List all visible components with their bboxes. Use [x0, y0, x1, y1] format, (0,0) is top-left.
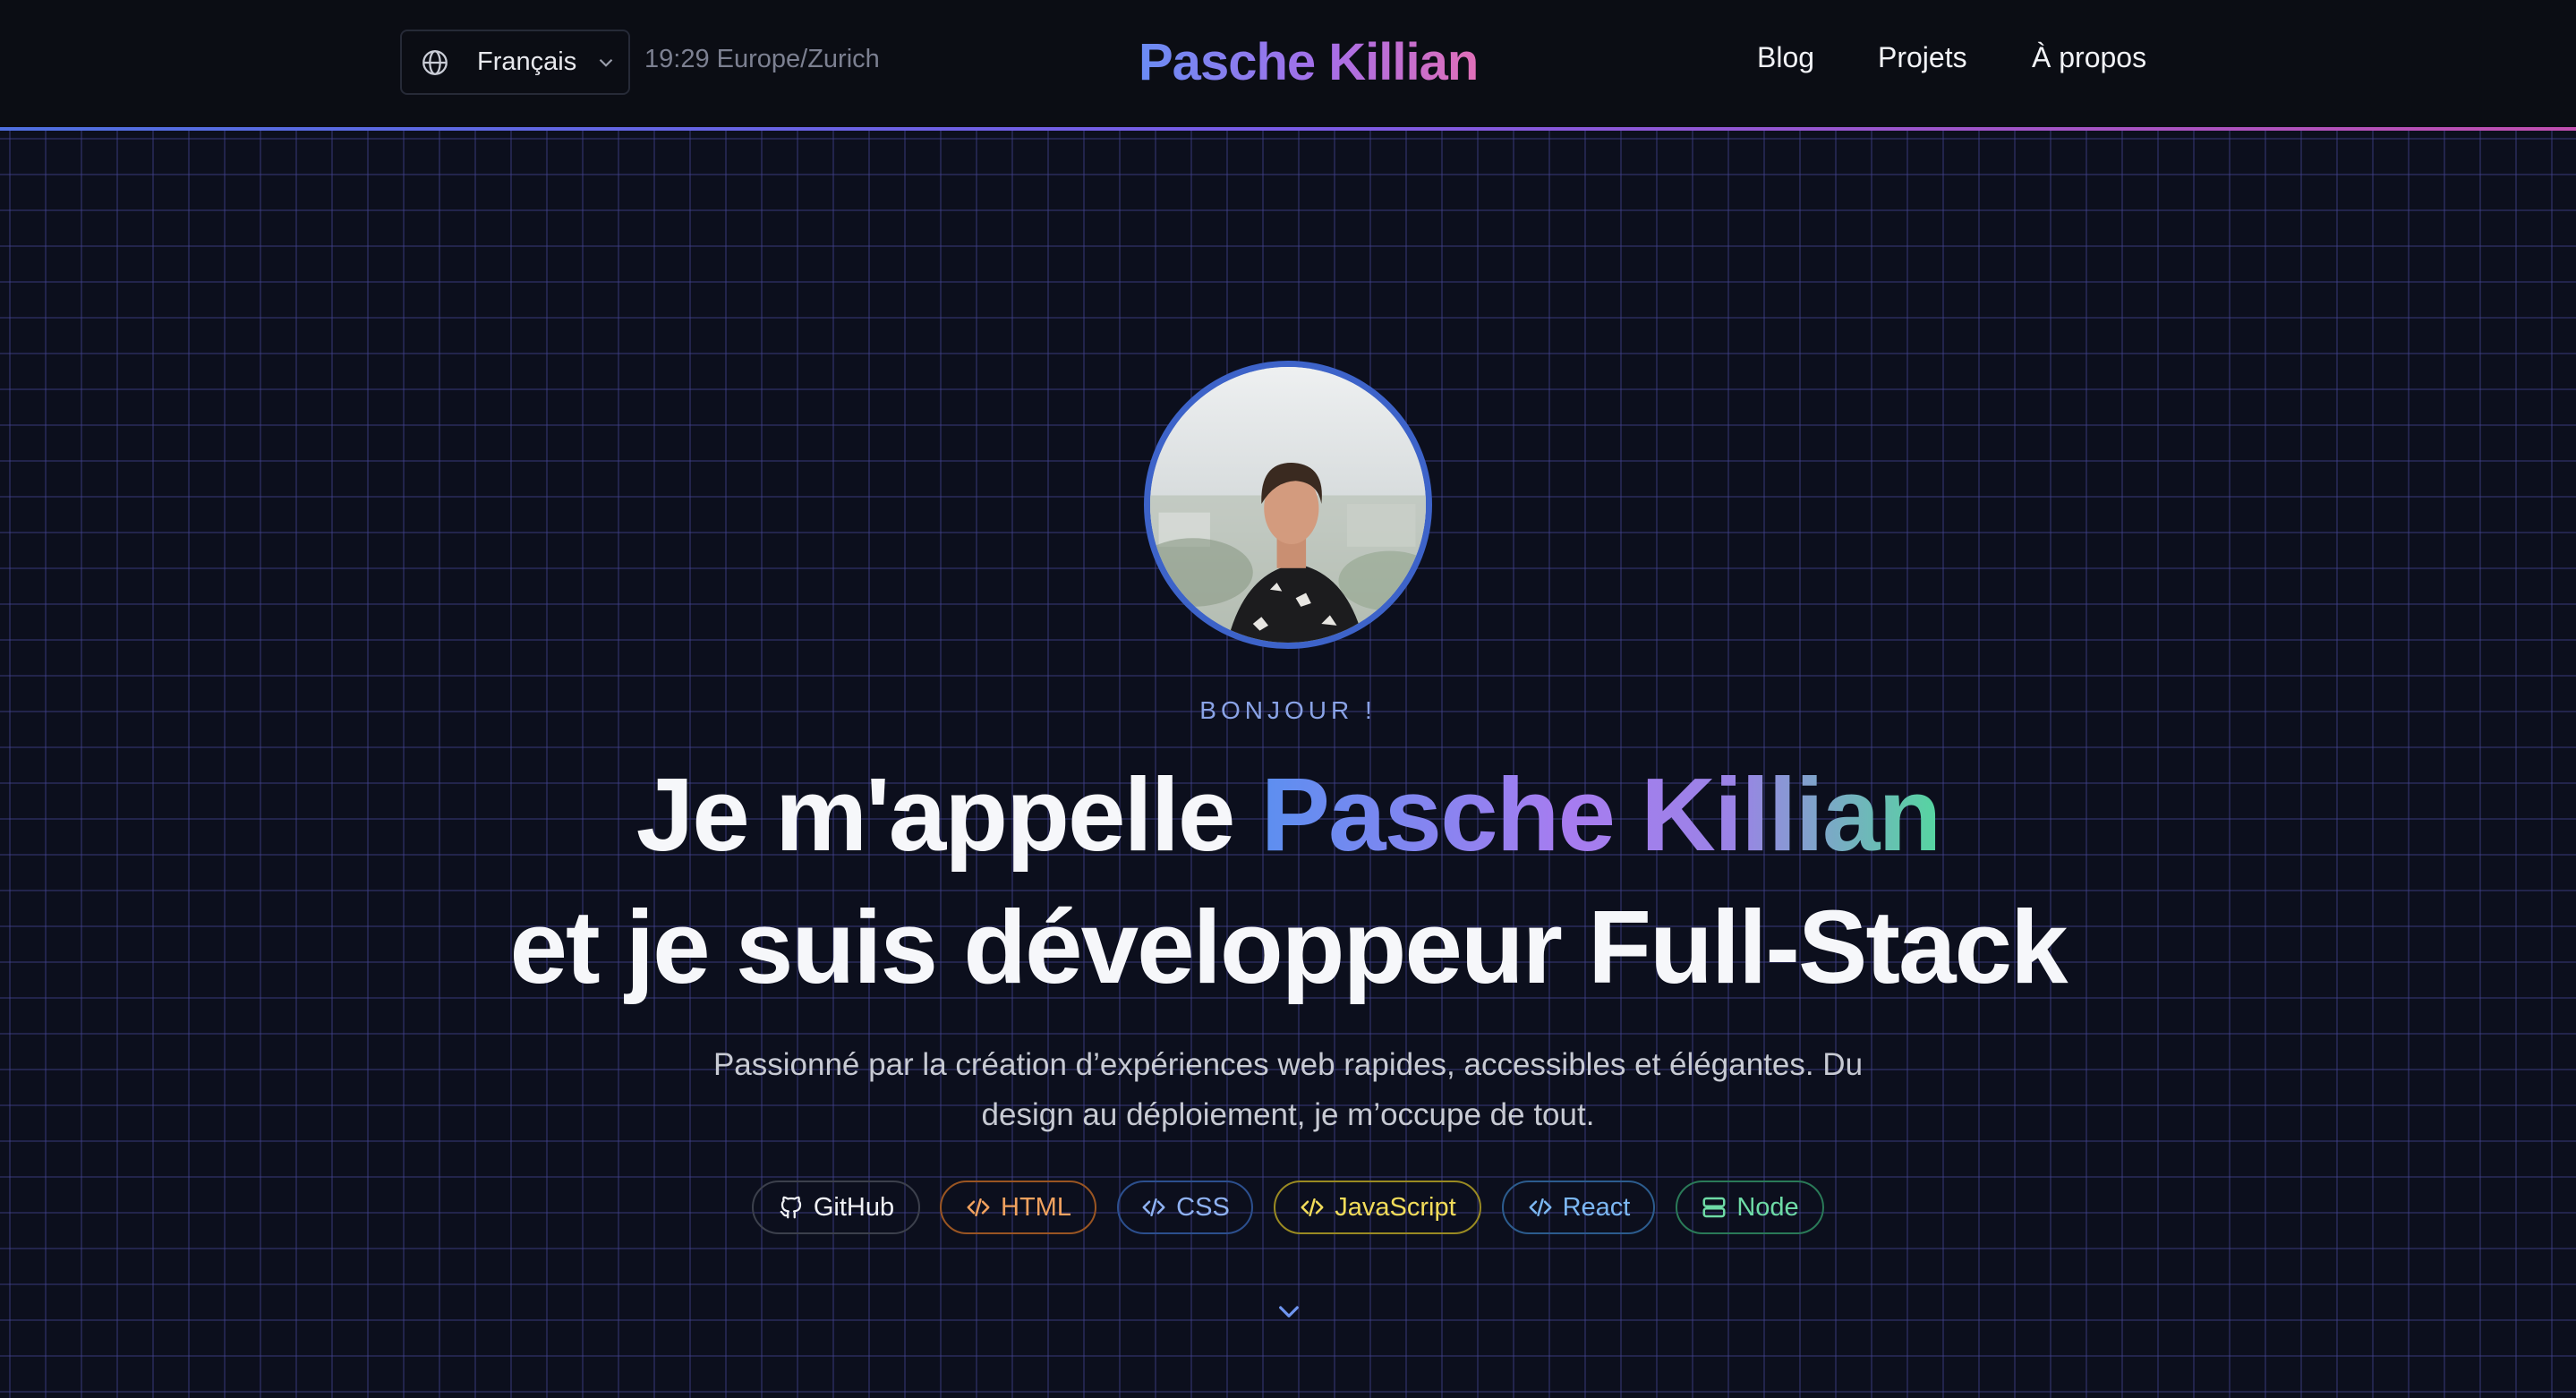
- code-icon: [1301, 1198, 1324, 1216]
- nav-link-projets[interactable]: Projets: [1878, 41, 1967, 74]
- greeting-eyebrow: BONJOUR !: [1199, 696, 1377, 724]
- avatar: [1144, 361, 1432, 649]
- nav-link-apropos[interactable]: À propos: [2032, 41, 2146, 74]
- tag-label: Node: [1736, 1192, 1799, 1222]
- nav-link-blog[interactable]: Blog: [1757, 41, 1814, 74]
- description-line-1: Passionné par la création d’expériences …: [712, 1047, 1864, 1082]
- tag-javascript[interactable]: JavaScript: [1274, 1181, 1481, 1234]
- code-icon: [1142, 1198, 1165, 1216]
- headline-line-1: Je m'appelle Pasche Killian: [0, 763, 2576, 866]
- tag-css[interactable]: CSS: [1117, 1181, 1253, 1234]
- tag-label: React: [1562, 1192, 1631, 1222]
- tag-label: HTML: [1001, 1192, 1071, 1222]
- page: Français 19:29 Europe/Zurich Pasche Kill…: [0, 0, 2576, 1398]
- tag-label: JavaScript: [1335, 1192, 1456, 1222]
- headline-line-2: et je suis développeur Full-Stack: [509, 889, 2068, 1005]
- github-icon: [780, 1196, 801, 1219]
- language-select[interactable]: Français: [400, 30, 630, 95]
- chevron-down-icon: [599, 58, 613, 67]
- profile-photo: [1150, 367, 1426, 643]
- code-icon: [967, 1198, 990, 1216]
- tag-html[interactable]: HTML: [940, 1181, 1096, 1234]
- tag-react[interactable]: React: [1502, 1181, 1655, 1234]
- globe-icon: [422, 49, 448, 75]
- tag-label: CSS: [1176, 1192, 1230, 1222]
- tag-label: GitHub: [813, 1192, 895, 1222]
- site-header: Français 19:29 Europe/Zurich Pasche Kill…: [0, 0, 2576, 131]
- language-label: Français: [477, 47, 577, 76]
- code-icon: [1529, 1198, 1552, 1216]
- scroll-down-chevron-icon[interactable]: [1275, 1297, 1303, 1326]
- description-line-2: design au déploiement, je m’occupe de to…: [981, 1097, 1595, 1132]
- headline-name: Pasche Killian: [1260, 756, 1942, 873]
- header-gradient-divider: [0, 127, 2576, 131]
- tag-github[interactable]: GitHub: [752, 1181, 920, 1234]
- local-time: 19:29 Europe/Zurich: [644, 45, 880, 73]
- tag-node[interactable]: Node: [1676, 1181, 1824, 1234]
- site-logo-text[interactable]: Pasche Killian: [1139, 32, 1479, 92]
- server-icon: [1702, 1197, 1726, 1218]
- headline-prefix: Je m'appelle: [635, 756, 1261, 873]
